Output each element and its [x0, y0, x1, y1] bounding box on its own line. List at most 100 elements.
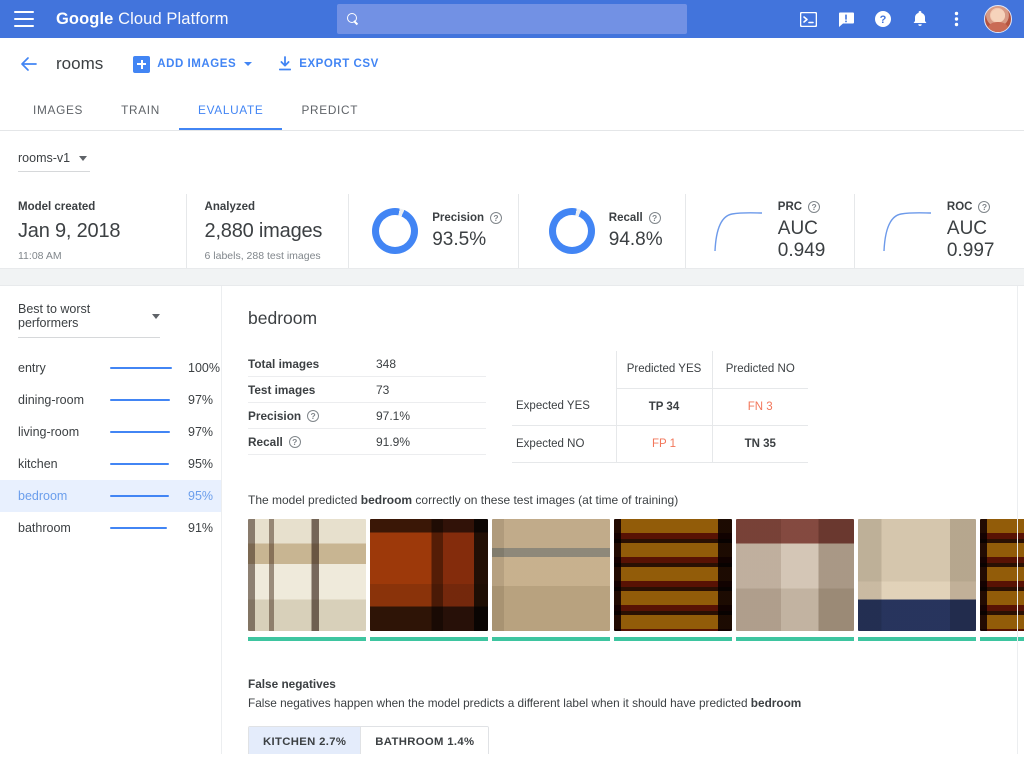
svg-text:?: ?	[879, 14, 886, 26]
stat-key: Recall?	[248, 435, 376, 449]
thumbnail-four-poster-bed-photo[interactable]	[248, 519, 366, 641]
metrics-row: Model created Jan 9, 2018 11:08 AM Analy…	[0, 194, 1024, 268]
label-stats-table: Total images348Test images73Precision?97…	[248, 351, 486, 463]
cell-false-positive: FP 1	[616, 425, 712, 462]
search-icon	[347, 13, 360, 26]
metric-label: ROC	[947, 201, 973, 213]
label-name: bedroom	[18, 489, 110, 503]
column-header-predicted-yes: Predicted YES	[616, 351, 712, 388]
table-row: Precision?97.1%	[248, 403, 486, 429]
thumbnail-correct-bar	[370, 637, 488, 641]
help-icon[interactable]: ?	[808, 201, 820, 213]
table-row: Recall?91.9%	[248, 429, 486, 455]
metric-value: AUC 0.997	[947, 218, 1006, 262]
cloud-shell-icon[interactable]	[799, 10, 818, 29]
thumbnail-carved-chest-photo[interactable]	[614, 519, 732, 641]
cell-true-positive: TP 34	[616, 388, 712, 425]
more-options-icon[interactable]	[947, 10, 966, 29]
column-header-predicted-no: Predicted NO	[712, 351, 808, 388]
global-header: Google Cloud Platform ?	[0, 0, 1024, 38]
thumbnail-dresser-mirror-photo[interactable]	[492, 519, 610, 641]
sidebar-item-living-room[interactable]: living-room97%	[0, 416, 221, 448]
label-score-value: 97%	[188, 393, 213, 407]
sidebar-item-bedroom[interactable]: bedroom 95%	[0, 480, 221, 512]
metric-label: PRC	[778, 201, 802, 213]
metric-label: Recall	[609, 212, 643, 224]
stat-value: 73	[376, 383, 389, 397]
export-csv-button[interactable]: EXPORT CSV	[278, 56, 379, 72]
metric-analyzed: Analyzed 2,880 images 6 labels, 288 test…	[187, 194, 349, 268]
sort-order-select[interactable]: Best to worst performers	[18, 302, 160, 338]
chevron-down-icon	[152, 314, 160, 319]
add-images-button[interactable]: ADD IMAGES	[133, 56, 252, 73]
thumbnail-bedroom-blue-carpet-photo[interactable]	[858, 519, 976, 641]
recall-donut-chart	[549, 208, 595, 254]
help-icon[interactable]: ?	[978, 201, 990, 213]
chip-bathroom[interactable]: BATHROOM 1.4%	[360, 727, 488, 755]
page-toolbar: rooms ADD IMAGES EXPORT CSV	[0, 38, 1024, 90]
metric-label: Analyzed	[205, 201, 330, 213]
help-icon[interactable]: ?	[649, 212, 661, 224]
stat-key: Test images	[248, 383, 376, 397]
label-performance-sidebar: Best to worst performers entry 100% dining…	[0, 286, 222, 754]
metrics-section: rooms-v1 Model created Jan 9, 2018 11:08…	[0, 151, 1024, 268]
label-score-value: 95%	[188, 489, 213, 503]
stat-value: 97.1%	[376, 409, 410, 423]
label-name: kitchen	[18, 457, 110, 471]
metric-value: 2,880 images	[205, 220, 330, 243]
chevron-down-icon	[79, 156, 87, 161]
avatar[interactable]	[984, 5, 1012, 33]
help-icon[interactable]: ?	[307, 410, 319, 422]
label-score-bar	[110, 527, 178, 530]
notifications-icon[interactable]	[910, 10, 929, 29]
table-row: Test images73	[248, 377, 486, 403]
metric-label: Model created	[18, 201, 168, 213]
brand-bold: Google	[56, 10, 113, 28]
model-version-select[interactable]: rooms-v1	[18, 151, 90, 172]
sidebar-item-kitchen[interactable]: kitchen95%	[0, 448, 221, 480]
help-icon[interactable]: ?	[490, 212, 502, 224]
metric-value: 94.8%	[609, 229, 663, 251]
tab-predict[interactable]: PREDICT	[282, 90, 377, 130]
confusion-matrix: Predicted YES Predicted NO Expected YES …	[512, 351, 808, 463]
panel-edge-divider	[1017, 286, 1018, 754]
tab-evaluate[interactable]: EVALUATE	[179, 90, 282, 130]
search-box[interactable]	[337, 4, 687, 34]
false-negatives-title: False negatives	[248, 677, 1024, 691]
thumbnail-correct-bar	[614, 637, 732, 641]
metric-sub: 6 labels, 288 test images	[205, 250, 330, 262]
label-score-bar	[110, 367, 178, 370]
metric-roc: ROC ? AUC 0.997	[855, 194, 1024, 268]
metric-value: AUC 0.949	[778, 218, 836, 262]
search-input[interactable]	[368, 12, 677, 27]
stat-key: Precision?	[248, 409, 376, 423]
label-score-value: 100%	[188, 361, 220, 375]
chip-kitchen[interactable]: KITCHEN 2.7%	[249, 727, 360, 755]
correct-predictions-strip	[248, 519, 1024, 641]
metric-recall: Recall ? 94.8%	[519, 194, 686, 268]
sidebar-item-entry[interactable]: entry 100%	[0, 352, 221, 384]
main-content: Best to worst performers entry 100% dining…	[0, 286, 1024, 754]
thumbnail-correct-bar	[736, 637, 854, 641]
label-name: entry	[18, 361, 110, 375]
tab-images[interactable]: IMAGES	[14, 90, 102, 130]
roc-curve-chart	[881, 209, 933, 253]
thumbnail-image	[736, 519, 854, 631]
caption-post: correctly on these test images (at time …	[412, 493, 678, 507]
precision-donut-chart	[372, 208, 418, 254]
back-arrow-icon[interactable]	[18, 53, 40, 75]
menu-icon[interactable]	[14, 11, 34, 27]
thumbnail-canopy-bed-fireplace-photo[interactable]	[736, 519, 854, 641]
sidebar-item-dining-room[interactable]: dining-room97%	[0, 384, 221, 416]
help-icon[interactable]: ?	[873, 10, 892, 29]
thumbnail-wooden-desk-chair-photo[interactable]	[370, 519, 488, 641]
caption-label: bedroom	[361, 493, 412, 507]
label-name: living-room	[18, 425, 110, 439]
false-negative-label-chips: KITCHEN 2.7% BATHROOM 1.4%	[248, 726, 489, 755]
feedback-icon[interactable]	[836, 10, 855, 29]
sidebar-item-bathroom[interactable]: bathroom91%	[0, 512, 221, 544]
cell-true-negative: TN 35	[712, 425, 808, 462]
tab-train[interactable]: TRAIN	[102, 90, 179, 130]
false-negatives-description: False negatives happen when the model pr…	[248, 696, 1024, 710]
help-icon[interactable]: ?	[289, 436, 301, 448]
